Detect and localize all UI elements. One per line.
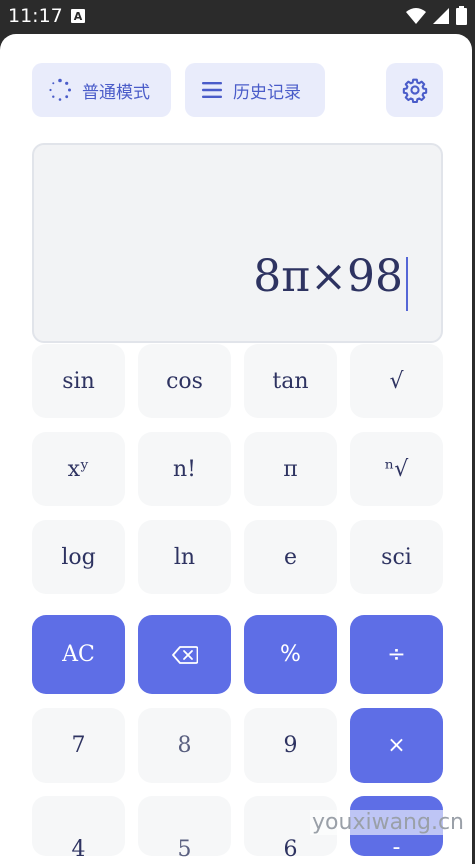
key-factorial[interactable]: n! [138, 432, 231, 506]
key-9[interactable]: 9 [244, 708, 337, 783]
key-e[interactable]: e [244, 520, 337, 594]
settings-button[interactable] [386, 63, 443, 117]
key-divide[interactable]: ÷ [350, 615, 443, 694]
loading-dots-icon [49, 78, 71, 101]
key-5[interactable]: 5 [138, 796, 231, 862]
key-4[interactable]: 4 [32, 796, 125, 862]
key-all-clear[interactable]: AC [32, 615, 125, 694]
history-label: 历史记录 [233, 82, 301, 103]
key-subtract-label: - [392, 835, 401, 860]
gear-icon [402, 78, 427, 103]
key-8[interactable]: 8 [138, 708, 231, 783]
status-icons [406, 6, 467, 25]
key-5-label: 5 [177, 837, 192, 862]
key-sin[interactable]: sin [32, 344, 125, 418]
key-pi[interactable]: π [244, 432, 337, 506]
status-time: 11:17 [8, 5, 63, 27]
key-percent[interactable]: % [244, 615, 337, 694]
key-cos[interactable]: cos [138, 344, 231, 418]
key-nth-root[interactable]: ⁿ√ [350, 432, 443, 506]
signal-icon [433, 7, 449, 24]
history-button[interactable]: 历史记录 [185, 63, 325, 117]
expression-text: 8π×98 [253, 251, 403, 302]
calculator-sheet: 普通模式 历史记录 8π×98 sin cos tan √ xʸ n! π ⁿ√… [0, 34, 472, 864]
mode-button[interactable]: 普通模式 [32, 63, 171, 117]
wifi-icon [406, 7, 426, 24]
key-log[interactable]: log [32, 520, 125, 594]
watermark: youxiwang.cn [310, 810, 466, 835]
expression-display[interactable]: 8π×98 [32, 143, 443, 343]
backspace-icon [171, 645, 198, 664]
key-multiply[interactable]: × [350, 708, 443, 783]
key-7[interactable]: 7 [32, 708, 125, 783]
key-ln[interactable]: ln [138, 520, 231, 594]
key-sqrt[interactable]: √ [350, 344, 443, 418]
menu-icon [202, 82, 222, 98]
battery-icon [456, 6, 467, 25]
notification-a-icon: A [71, 9, 85, 23]
key-backspace[interactable] [138, 615, 231, 694]
key-4-label: 4 [71, 837, 86, 862]
key-6-label: 6 [283, 837, 298, 862]
key-power[interactable]: xʸ [32, 432, 125, 506]
status-bar: 11:17 A [0, 0, 475, 34]
mode-label: 普通模式 [82, 82, 150, 103]
key-sci[interactable]: sci [350, 520, 443, 594]
text-cursor [406, 257, 408, 311]
key-tan[interactable]: tan [244, 344, 337, 418]
